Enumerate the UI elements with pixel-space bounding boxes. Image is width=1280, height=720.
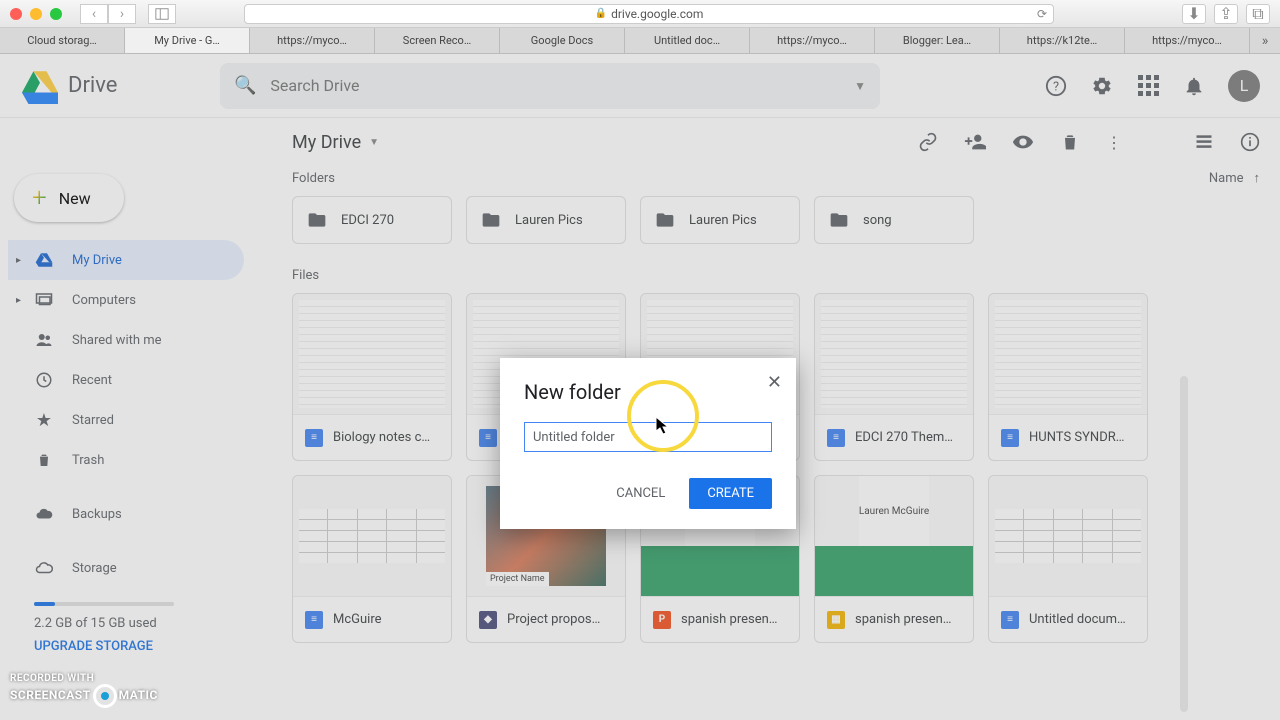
folder-name-input[interactable] [524,422,772,452]
back-button[interactable]: ‹ [80,4,108,24]
downloads-icon[interactable]: ⬇ [1182,4,1206,24]
browser-tab[interactable]: https://myco… [1125,28,1250,53]
browser-tab[interactable]: https://k12te… [1000,28,1125,53]
close-window-icon[interactable] [10,8,22,20]
browser-toolbar: ‹ › 🔒 drive.google.com ⟳ ⬇ ⇪ ⧉ [0,0,1280,28]
lock-icon: 🔒 [595,8,607,19]
safari-sidebar-button[interactable] [148,4,176,24]
share-icon[interactable]: ⇪ [1214,4,1238,24]
cancel-button[interactable]: CANCEL [602,478,679,509]
url-bar[interactable]: 🔒 drive.google.com ⟳ [244,4,1054,24]
watermark-top: RECORDED WITH [10,673,158,684]
forward-button[interactable]: › [108,4,136,24]
close-icon[interactable]: ✕ [767,372,782,393]
url-text: drive.google.com [611,7,703,21]
browser-tab[interactable]: Screen Reco… [375,28,500,53]
watermark-brand-a: SCREENCAST [10,688,91,702]
browser-tab[interactable]: https://myco… [750,28,875,53]
watermark-brand-b: MATIC [119,688,158,702]
fullscreen-window-icon[interactable] [50,8,62,20]
dialog-title: New folder [524,380,772,404]
tabs-icon[interactable]: ⧉ [1246,4,1270,24]
tab-overflow-icon[interactable]: » [1250,28,1280,53]
reload-icon[interactable]: ⟳ [1037,7,1047,21]
traffic-lights [10,8,62,20]
browser-tab[interactable]: Cloud storag… [0,28,125,53]
browser-tab[interactable]: Blogger: Lea… [875,28,1000,53]
browser-tab[interactable]: My Drive - G… [125,28,250,53]
screencast-watermark: RECORDED WITH SCREENCAST MATIC [10,673,158,708]
browser-tab[interactable]: Google Docs [500,28,625,53]
watermark-logo-icon [93,684,117,708]
browser-tab[interactable]: https://myco… [250,28,375,53]
tab-strip: Cloud storag… My Drive - G… https://myco… [0,28,1280,54]
minimize-window-icon[interactable] [30,8,42,20]
new-folder-dialog: ✕ New folder CANCEL CREATE [500,358,796,529]
browser-tab[interactable]: Untitled doc… [625,28,750,53]
create-button[interactable]: CREATE [689,478,772,509]
